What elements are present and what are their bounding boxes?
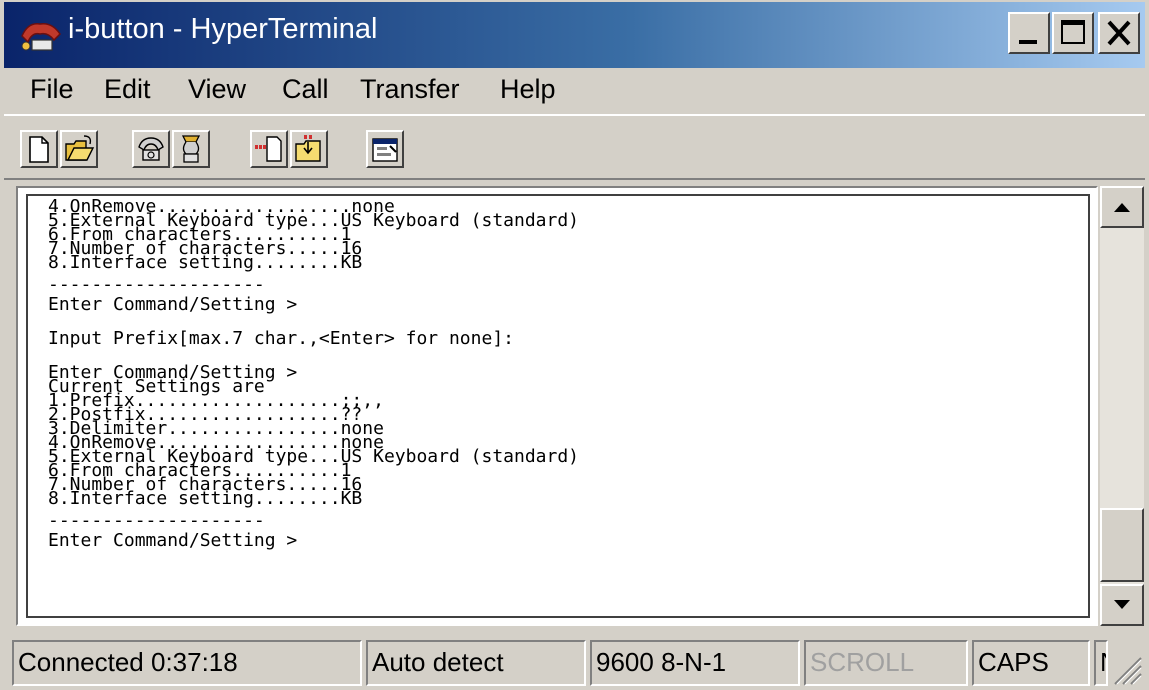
vertical-scrollbar[interactable] [1100,186,1144,626]
toolbar [4,114,1145,180]
send-file-icon [255,136,282,162]
menu-view[interactable]: View [188,74,246,105]
receive-button[interactable] [290,130,328,168]
status-port-settings: 9600 8-N-1 [590,640,800,686]
minimize-button[interactable] [1008,12,1050,54]
terminal-line: Enter Command/Setting > [48,530,298,551]
status-detect: Auto detect [366,640,586,686]
call-button[interactable] [132,130,170,168]
scrollbar-thumb[interactable] [1100,508,1144,582]
menu-bar: File Edit View Call Transfer Help [4,68,1145,114]
menu-call[interactable]: Call [282,74,329,105]
status-scroll: SCROLL [804,640,968,686]
window-title: i-button - HyperTerminal [68,13,378,45]
hyperterminal-phone-icon[interactable] [18,18,64,54]
title-bar[interactable]: i-button - HyperTerminal [4,2,1145,68]
hyperterminal-window: i-button - HyperTerminal File Edit View … [0,0,1149,690]
open-button[interactable] [60,130,98,168]
close-button[interactable] [1098,12,1140,54]
new-connection-button[interactable] [20,130,58,168]
menu-file[interactable]: File [30,74,74,105]
menu-edit[interactable]: Edit [104,74,151,105]
status-connection: Connected 0:37:18 [12,640,362,686]
disconnect-button[interactable] [172,130,210,168]
resize-grip-icon[interactable] [1105,644,1145,688]
minimize-icon [1019,40,1037,44]
terminal-line: -------------------- [48,274,265,295]
receive-file-icon [295,135,321,162]
terminal-output: 4.OnRemove..................none 5.Extern… [48,198,579,551]
status-bar: Connected 0:37:18 Auto detect 9600 8-N-1… [4,634,1145,690]
maximize-icon [1061,20,1085,44]
new-document-icon [29,136,49,163]
close-icon [1107,20,1131,46]
scroll-up-button[interactable] [1100,186,1144,228]
menu-help[interactable]: Help [500,74,556,105]
arrow-up-icon [1114,203,1130,212]
maximize-button[interactable] [1052,12,1094,54]
properties-button[interactable] [366,130,404,168]
send-button[interactable] [250,130,288,168]
terminal-line: Enter Command/Setting > [48,294,298,315]
open-folder-icon [65,135,95,161]
menu-transfer[interactable]: Transfer [360,74,460,105]
terminal-line: Input Prefix[max.7 char.,<Enter> for non… [48,328,514,349]
terminal-line: -------------------- [48,510,265,531]
terminal-frame: 4.OnRemove..................none 5.Extern… [16,186,1098,626]
disconnect-phone-icon [181,135,201,163]
properties-icon [372,138,398,162]
connect-phone-icon [138,137,164,161]
terminal-screen[interactable]: 4.OnRemove..................none 5.Extern… [26,194,1090,618]
arrow-down-icon [1114,600,1130,609]
status-caps: CAPS [972,640,1090,686]
scroll-down-button[interactable] [1100,584,1144,626]
